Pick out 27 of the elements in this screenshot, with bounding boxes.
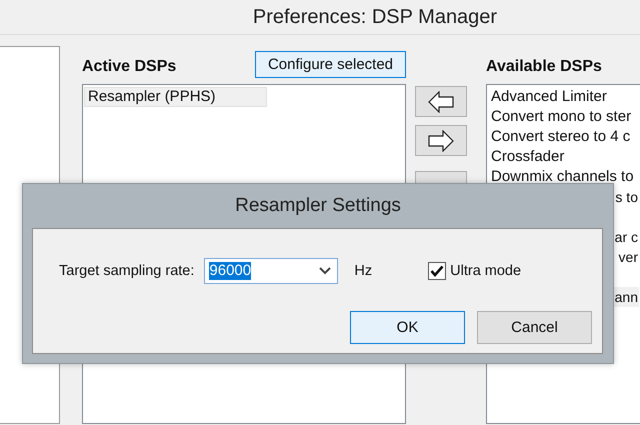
ok-button[interactable]: OK: [350, 311, 465, 344]
right-arrow-icon: [428, 130, 454, 152]
chevron-down-icon: [319, 267, 332, 275]
list-item[interactable]: Resampler (PPHS): [84, 87, 267, 107]
section-label: Available DSPs: [486, 58, 602, 77]
list-item[interactable]: Advanced Limiter: [488, 87, 639, 107]
field-label: Target sampling rate:: [59, 263, 194, 279]
remove-button[interactable]: [415, 125, 467, 156]
list-item[interactable]: Convert stereo to 4 c: [488, 127, 639, 147]
list-item[interactable]: ann: [614, 287, 639, 307]
ultra-mode-checkbox[interactable]: [428, 262, 446, 280]
add-button[interactable]: [415, 86, 467, 117]
list-item[interactable]: Downmix channels to: [488, 167, 639, 187]
section-label: Active DSPs: [82, 58, 176, 77]
left-arrow-icon: [428, 90, 454, 112]
checkbox-label: Ultra mode: [450, 263, 522, 279]
dialog-title: Resampler Settings: [235, 195, 401, 217]
unit-label: Hz: [354, 263, 372, 279]
sampling-rate-dropdown[interactable]: 96000: [204, 258, 338, 284]
list-item[interactable]: Crossfader: [488, 147, 639, 167]
list-item[interactable]: s to: [615, 187, 639, 207]
cancel-button[interactable]: Cancel: [477, 311, 592, 344]
list-item[interactable]: Convert mono to ster: [488, 107, 639, 127]
configure-selected-button[interactable]: Configure selected: [255, 51, 406, 78]
list-item[interactable]: ar c: [614, 227, 639, 247]
window-title: Preferences: DSP Manager: [252, 6, 498, 28]
list-item[interactable]: ver: [618, 247, 639, 267]
